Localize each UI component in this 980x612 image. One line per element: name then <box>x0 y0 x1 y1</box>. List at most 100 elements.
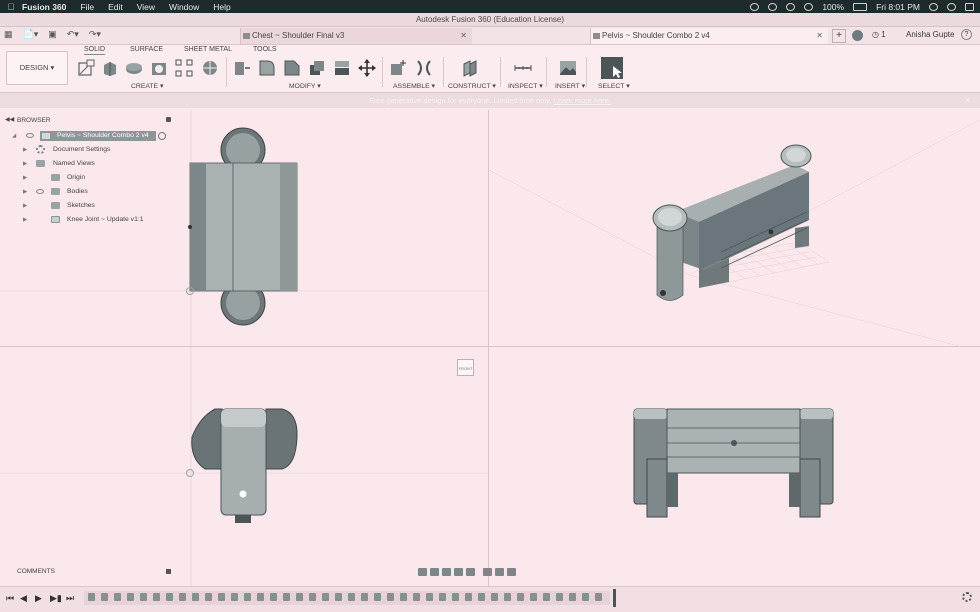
measure-icon[interactable] <box>514 59 532 77</box>
spotlight-icon[interactable] <box>929 2 938 11</box>
timeline-feature-icon[interactable] <box>504 593 511 601</box>
go-to-end-icon[interactable]: ⏭ <box>66 593 74 604</box>
close-icon[interactable]: ✕ <box>816 28 823 44</box>
timeline-feature-icon[interactable] <box>322 593 329 601</box>
new-component-icon[interactable] <box>389 59 407 77</box>
timeline-feature-icon[interactable] <box>387 593 394 601</box>
menu-window[interactable]: Window <box>169 2 199 12</box>
insert-image-icon[interactable] <box>559 59 577 77</box>
hole-icon[interactable] <box>150 59 168 77</box>
tab-tools[interactable]: TOOLS <box>253 46 277 53</box>
timeline-feature-icon[interactable] <box>283 593 290 601</box>
create-form-icon[interactable] <box>201 59 219 77</box>
viewport-top[interactable] <box>0 110 488 346</box>
menu-help[interactable]: Help <box>213 2 230 12</box>
timeline-feature-icon[interactable] <box>296 593 303 601</box>
pelvis-model-front-view[interactable] <box>191 408 298 523</box>
shell-icon[interactable] <box>308 59 326 77</box>
timeline-feature-icon[interactable] <box>400 593 407 601</box>
timeline-feature-icon[interactable] <box>101 593 108 601</box>
timeline-feature-icon[interactable] <box>309 593 316 601</box>
pelvis-model-right-view[interactable] <box>633 408 834 518</box>
timeline-feature-icon[interactable] <box>452 593 459 601</box>
timeline-feature-icon[interactable] <box>88 593 95 601</box>
timeline-feature-icon[interactable] <box>244 593 251 601</box>
pin-icon[interactable] <box>166 569 171 574</box>
modify-menu[interactable]: MODIFY ▾ <box>289 82 321 90</box>
timeline-feature-icon[interactable] <box>140 593 147 601</box>
job-status[interactable]: ◷ 1 <box>872 30 886 39</box>
timeline-feature-icon[interactable] <box>257 593 264 601</box>
revolve-icon[interactable] <box>125 59 143 77</box>
pelvis-model-top-view[interactable] <box>188 127 298 326</box>
user-name[interactable]: Anisha Gupte <box>906 30 954 39</box>
timeline-feature-icon[interactable] <box>205 593 212 601</box>
close-icon[interactable]: ✕ <box>460 28 467 44</box>
creative-cloud-icon[interactable] <box>750 2 760 11</box>
look-at-icon[interactable] <box>430 567 439 576</box>
pan-icon[interactable] <box>442 567 451 576</box>
timeline-feature-icon[interactable] <box>374 593 381 601</box>
create-menu[interactable]: CREATE ▾ <box>131 82 163 90</box>
banner-link[interactable]: Learn more here. <box>554 96 612 105</box>
sync-status-icon[interactable] <box>852 30 863 41</box>
timeline-feature-icon[interactable] <box>595 593 602 601</box>
insert-menu[interactable]: INSERT ▾ <box>555 82 585 90</box>
assemble-menu[interactable]: ASSEMBLE ▾ <box>393 82 435 90</box>
bluetooth-icon[interactable] <box>786 2 796 11</box>
menu-app-name[interactable]: Fusion 360 <box>22 2 66 12</box>
move-icon[interactable] <box>358 59 376 77</box>
menu-file[interactable]: File <box>80 2 94 12</box>
timeline-feature-icon[interactable] <box>192 593 199 601</box>
go-to-start-icon[interactable]: ⏮ <box>6 593 14 604</box>
combine-icon[interactable] <box>333 59 351 77</box>
tab-solid[interactable]: SOLID <box>84 46 106 55</box>
viewcube[interactable]: FRONT <box>457 359 474 376</box>
wifi-icon[interactable] <box>804 2 814 11</box>
step-back-icon[interactable]: ◀ <box>20 593 27 604</box>
file-menu-icon[interactable]: 📄▾ <box>23 29 39 40</box>
help-icon[interactable]: ? <box>961 29 972 40</box>
offset-plane-icon[interactable] <box>461 59 479 77</box>
timeline-marker[interactable] <box>613 589 616 607</box>
viewport-perspective[interactable] <box>489 110 980 346</box>
construct-menu[interactable]: CONSTRUCT ▾ <box>448 82 496 90</box>
timeline-feature-icon[interactable] <box>218 593 225 601</box>
tab-sheet-metal[interactable]: SHEET METAL <box>184 46 232 53</box>
timeline-feature-icon[interactable] <box>426 593 433 601</box>
timeline-feature-icon[interactable] <box>439 593 446 601</box>
timeline-feature-icon[interactable] <box>582 593 589 601</box>
play-icon[interactable]: ▶ <box>35 593 42 604</box>
timeline-feature-icon[interactable] <box>478 593 485 601</box>
fit-icon[interactable] <box>466 567 475 576</box>
timeline-feature-icon[interactable] <box>465 593 472 601</box>
dropbox-icon[interactable] <box>768 2 778 11</box>
timeline-feature-icon[interactable] <box>361 593 368 601</box>
timeline-feature-icon[interactable] <box>335 593 342 601</box>
zoom-icon[interactable] <box>454 567 463 576</box>
battery-percent[interactable]: 100% <box>822 2 844 12</box>
timeline-feature-icon[interactable] <box>270 593 277 601</box>
siri-icon[interactable] <box>947 2 956 11</box>
app-grid-icon[interactable]: ▦ <box>4 29 13 40</box>
orbit-icon[interactable] <box>418 567 427 576</box>
timeline-feature-icon[interactable] <box>517 593 524 601</box>
inspect-menu[interactable]: INSPECT ▾ <box>508 82 543 90</box>
extrude-icon[interactable] <box>101 59 119 77</box>
clock[interactable]: Fri 8:01 PM <box>876 2 920 12</box>
timeline-feature-icon[interactable] <box>348 593 355 601</box>
tab-chest-shoulder[interactable]: Chest ~ Shoulder Final v3 ✕ <box>240 28 472 44</box>
menu-view[interactable]: View <box>137 2 155 12</box>
gear-icon[interactable] <box>962 592 972 602</box>
timeline-feature-icon[interactable] <box>127 593 134 601</box>
chamfer-icon[interactable] <box>283 59 301 77</box>
timeline-feature-icon[interactable] <box>413 593 420 601</box>
timeline-feature-icon[interactable] <box>231 593 238 601</box>
timeline-feature-icon[interactable] <box>530 593 537 601</box>
tab-surface[interactable]: SURFACE <box>130 46 163 53</box>
pelvis-model-iso-view[interactable] <box>652 144 812 301</box>
press-pull-icon[interactable] <box>233 59 251 77</box>
timeline-feature-icon[interactable] <box>491 593 498 601</box>
timeline-feature-icon[interactable] <box>166 593 173 601</box>
joint-icon[interactable] <box>415 59 433 77</box>
